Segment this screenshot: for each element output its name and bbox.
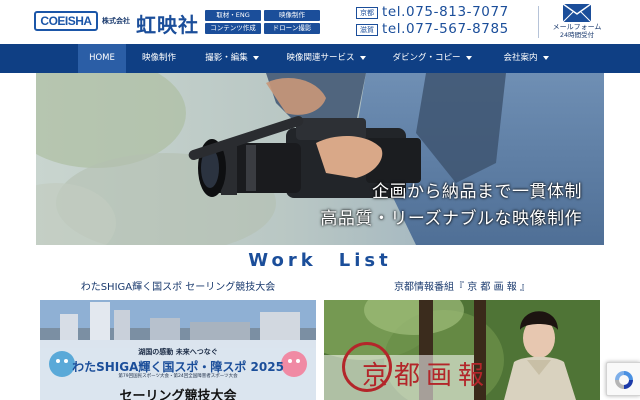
work-card-title[interactable]: 京都情報番組『 京 都 画 報 』 [324,278,600,293]
company-prefix: 株式会社 [102,17,130,25]
header-divider [538,6,539,38]
mail-form-label: メールフォーム [552,23,602,31]
caret-down-icon [542,55,549,60]
nav-item-label: 映像制作 [141,53,176,63]
work-card-image-kyoto-gaho[interactable]: 京都画報 [324,300,600,400]
sailing-caption-1: 湖国の感動 未来へつなぐ [138,348,218,356]
work-list-heading: Work List [248,250,392,271]
nav-item-label: 会社案内 [503,53,538,63]
work-card-image-sailing[interactable]: 湖国の感動 未来へつなぐ わたSHIGA輝く国スポ・障スポ 2025 第79回国… [40,300,316,400]
hero-banner: 企画から納品まで一貫体制 高品質・リーズナブルな映像制作 [36,73,604,245]
service-tag: ドローン撮影 [264,23,320,34]
nav-item-label: HOME [89,53,115,63]
sailing-caption-4: セーリング競技大会 [119,389,237,400]
nav-item-dubbing-copy[interactable]: ダビング・コピー [380,44,484,73]
recaptcha-icon [615,371,633,389]
nav-item-label: ダビング・コピー [392,53,461,63]
work-card-title[interactable]: わたSHIGA輝く国スポ セーリング競技大会 [40,278,316,293]
hero-headline-1: 企画から納品まで一貫体制 [372,182,582,202]
service-tag: 映像制作 [264,10,320,21]
phone-number[interactable]: tel.077-567-8785 [382,21,509,37]
nav-item-video-production[interactable]: 映像制作 [126,44,192,73]
service-tag: 取材・ENG [205,10,261,21]
company-name[interactable]: 虹映社 [136,9,199,38]
caret-down-icon [252,55,259,60]
nav-item-company[interactable]: 会社案内 [484,44,568,73]
mail-form-link[interactable]: メールフォーム 24時間受付 [546,4,608,40]
mail-form-hours: 24時間受付 [559,31,595,39]
phone-number[interactable]: tel.075-813-7077 [382,4,509,20]
caret-down-icon [359,55,366,60]
hero-headline-2: 高品質・リーズナブルな映像制作 [320,209,582,229]
recaptcha-badge[interactable] [606,362,640,396]
nav-item-shooting-editing[interactable]: 撮影・編集 [192,44,272,73]
caret-down-icon [465,55,472,60]
service-tag: コンテンツ作成 [205,23,261,34]
nav-item-video-services[interactable]: 映像関連サービス [272,44,380,73]
phone-area-label: 京都 [356,7,378,19]
sailing-caption-3: 第79回国民スポーツ大会・第24回全国障害者スポーツ大会 [118,374,238,379]
kyoto-gaho-logo-text: 京都画報 [362,361,491,391]
envelope-icon [563,4,591,22]
site-logo[interactable]: COEISHA [34,11,98,31]
nav-item-home[interactable]: HOME [78,44,126,73]
nav-item-label: 映像関連サービス [286,53,355,63]
site-header: COEISHA 株式会社 虹映社 取材・ENG 映像制作 コンテンツ作成 ドロー… [0,0,640,44]
nav-item-label: 撮影・編集 [205,53,248,63]
main-nav: HOME 映像制作 撮影・編集 映像関連サービス ダビング・コピー 会社案内 [0,44,640,73]
phone-area-label: 滋賀 [356,24,378,36]
